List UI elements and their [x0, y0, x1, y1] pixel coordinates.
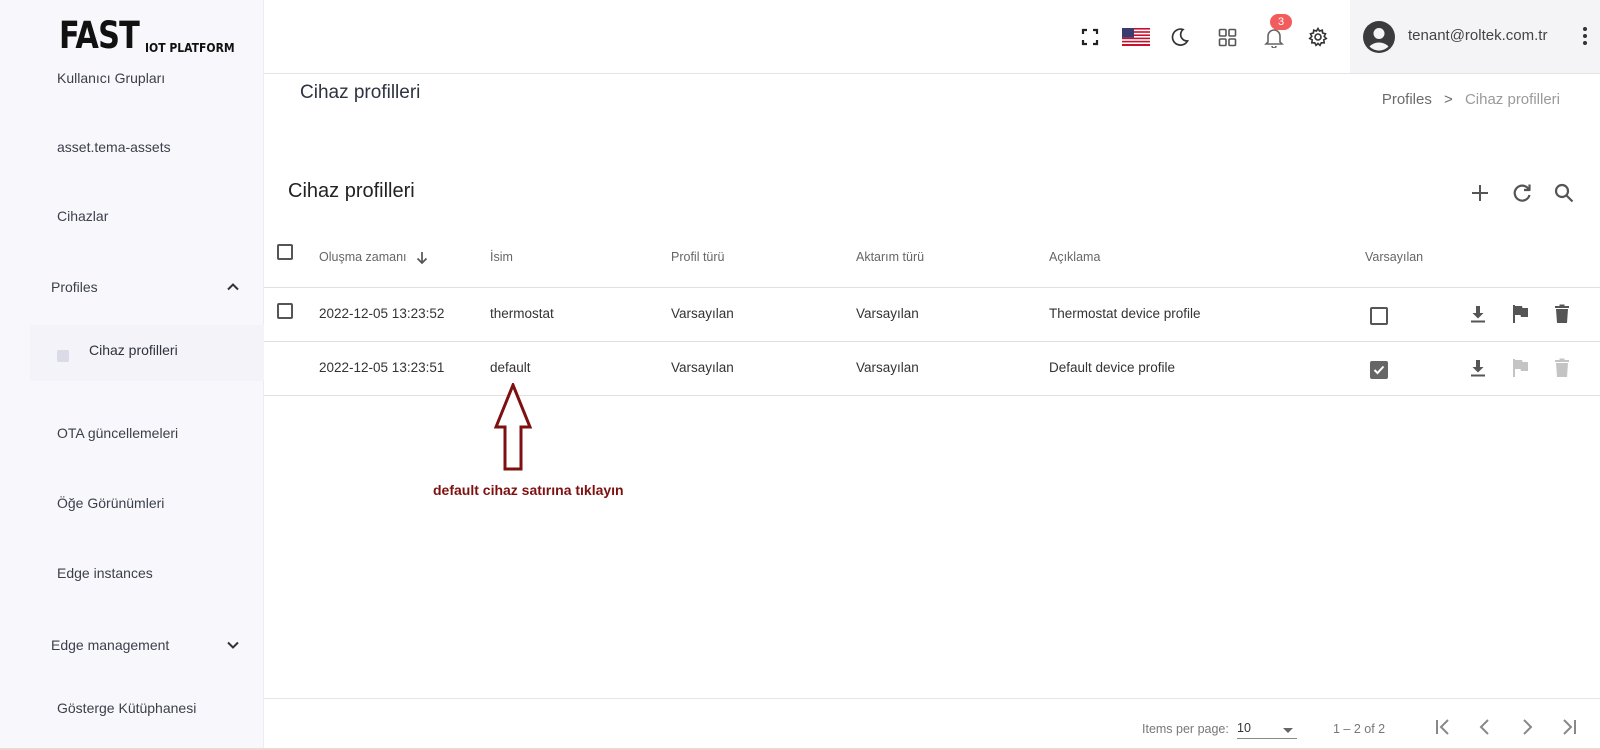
column-header-transport-type[interactable]: Aktarım türü [856, 250, 924, 264]
flag-icon[interactable] [1508, 302, 1532, 326]
cell-transport-type: Varsayılan [856, 360, 919, 375]
chevron-down-icon [225, 637, 241, 653]
cell-profile-type: Varsayılan [671, 360, 734, 375]
cell-transport-type: Varsayılan [856, 306, 919, 321]
sidebar-item-entity-views[interactable]: Öğe Görünümleri [57, 495, 164, 511]
breadcrumb: Profiles > Cihaz profilleri [1382, 91, 1560, 108]
logo-sub: IOT PLATFORM [144, 41, 235, 55]
sidebar-item-device-profiles[interactable]: Cihaz profilleri [30, 325, 264, 381]
cell-profile-type: Varsayılan [671, 306, 734, 321]
cell-description: Default device profile [1049, 360, 1176, 375]
logo-main: FAST [59, 14, 140, 57]
column-header-profile-type[interactable]: Profil türü [671, 250, 725, 264]
gear-icon[interactable] [1306, 25, 1330, 49]
breadcrumb-separator: > [1444, 91, 1453, 108]
column-header-name[interactable]: İsim [490, 250, 513, 264]
flag-icon [1508, 356, 1532, 380]
sidebar-item-asset-themes[interactable]: asset.tema-assets [57, 139, 171, 155]
more-vert-icon[interactable] [1582, 26, 1588, 46]
apps-grid-icon[interactable] [1215, 25, 1239, 49]
sidebar-item-devices[interactable]: Cihazlar [57, 208, 108, 224]
table-row[interactable]: 2022-12-05 13:23:52 thermostat Varsayıla… [264, 288, 1600, 342]
sidebar-item-edge-instances[interactable]: Edge instances [57, 565, 153, 581]
column-header-default[interactable]: Varsayılan [1365, 250, 1423, 264]
sidebar-group-profiles[interactable]: Profiles [51, 279, 241, 295]
logo[interactable]: FAST IOT PLATFORM [59, 14, 244, 57]
download-icon[interactable] [1466, 356, 1490, 380]
cell-description: Thermostat device profile [1049, 306, 1201, 321]
sidebar: FAST IOT PLATFORM Kullanıcı Grupları ass… [0, 0, 264, 750]
sidebar-item-user-groups[interactable]: Kullanıcı Grupları [57, 70, 165, 86]
dropdown-caret-icon [1283, 728, 1293, 733]
refresh-icon[interactable] [1509, 180, 1535, 206]
column-header-created[interactable]: Oluşma zamanı [319, 250, 428, 265]
cell-created: 2022-12-05 13:23:51 [319, 360, 445, 375]
paginator: Items per page: 10 1 – 2 of 2 [264, 698, 1600, 750]
sidebar-item-label: Cihaz profilleri [89, 342, 178, 358]
sidebar-item-widget-library[interactable]: Gösterge Kütüphanesi [57, 700, 196, 716]
us-flag-icon[interactable] [1121, 25, 1151, 49]
device-profile-icon [57, 350, 69, 362]
chevron-up-icon [225, 279, 241, 295]
download-icon[interactable] [1466, 302, 1490, 326]
topbar: 3 tenant@roltek.com.tr [264, 0, 1600, 74]
user-menu[interactable]: tenant@roltek.com.tr [1350, 0, 1600, 73]
sidebar-item-ota-updates[interactable]: OTA güncellemeleri [57, 425, 178, 441]
prev-page-icon[interactable] [1473, 715, 1497, 739]
last-page-icon[interactable] [1557, 715, 1581, 739]
fullscreen-icon[interactable] [1078, 25, 1102, 49]
cell-name: default [490, 360, 531, 375]
select-all-checkbox[interactable] [277, 244, 293, 260]
moon-icon[interactable] [1168, 25, 1192, 49]
items-per-page-select[interactable]: 10 [1237, 717, 1297, 739]
page-range: 1 – 2 of 2 [1333, 722, 1386, 736]
page-title: Cihaz profilleri [300, 82, 421, 103]
add-icon[interactable] [1467, 180, 1493, 206]
sidebar-group-label: Profiles [51, 279, 98, 295]
cell-created: 2022-12-05 13:23:52 [319, 306, 445, 321]
default-checkbox-checked [1370, 361, 1388, 379]
annotation-hint: default cihaz satırına tıklayın [433, 482, 624, 498]
search-icon[interactable] [1551, 180, 1577, 206]
account-icon [1363, 21, 1395, 53]
annotation-arrow-up-icon [494, 383, 532, 471]
app-root: FAST IOT PLATFORM Kullanıcı Grupları ass… [0, 0, 1600, 750]
next-page-icon[interactable] [1515, 715, 1539, 739]
first-page-icon[interactable] [1431, 715, 1455, 739]
default-checkbox [1370, 307, 1388, 325]
row-checkbox[interactable] [277, 303, 293, 319]
breadcrumb-current: Cihaz profilleri [1464, 91, 1560, 108]
sidebar-group-label: Edge management [51, 637, 170, 653]
table-header: Oluşma zamanı İsim Profil türü Aktarım t… [264, 232, 1600, 288]
breadcrumb-parent[interactable]: Profiles [1382, 91, 1432, 108]
sidebar-group-edge-management[interactable]: Edge management [51, 637, 241, 653]
arrow-down-icon [416, 251, 428, 265]
notification-badge: 3 [1270, 14, 1292, 30]
column-header-description[interactable]: Açıklama [1049, 250, 1100, 264]
items-per-page-value: 10 [1237, 721, 1251, 735]
user-email: tenant@roltek.com.tr [1408, 27, 1548, 44]
card-title: Cihaz profilleri [288, 180, 415, 202]
table-row[interactable]: 2022-12-05 13:23:51 default Varsayılan V… [264, 342, 1600, 396]
delete-icon [1550, 356, 1574, 380]
cell-name: thermostat [490, 306, 554, 321]
items-per-page-label: Items per page: [1142, 722, 1229, 736]
delete-icon[interactable] [1550, 302, 1574, 326]
